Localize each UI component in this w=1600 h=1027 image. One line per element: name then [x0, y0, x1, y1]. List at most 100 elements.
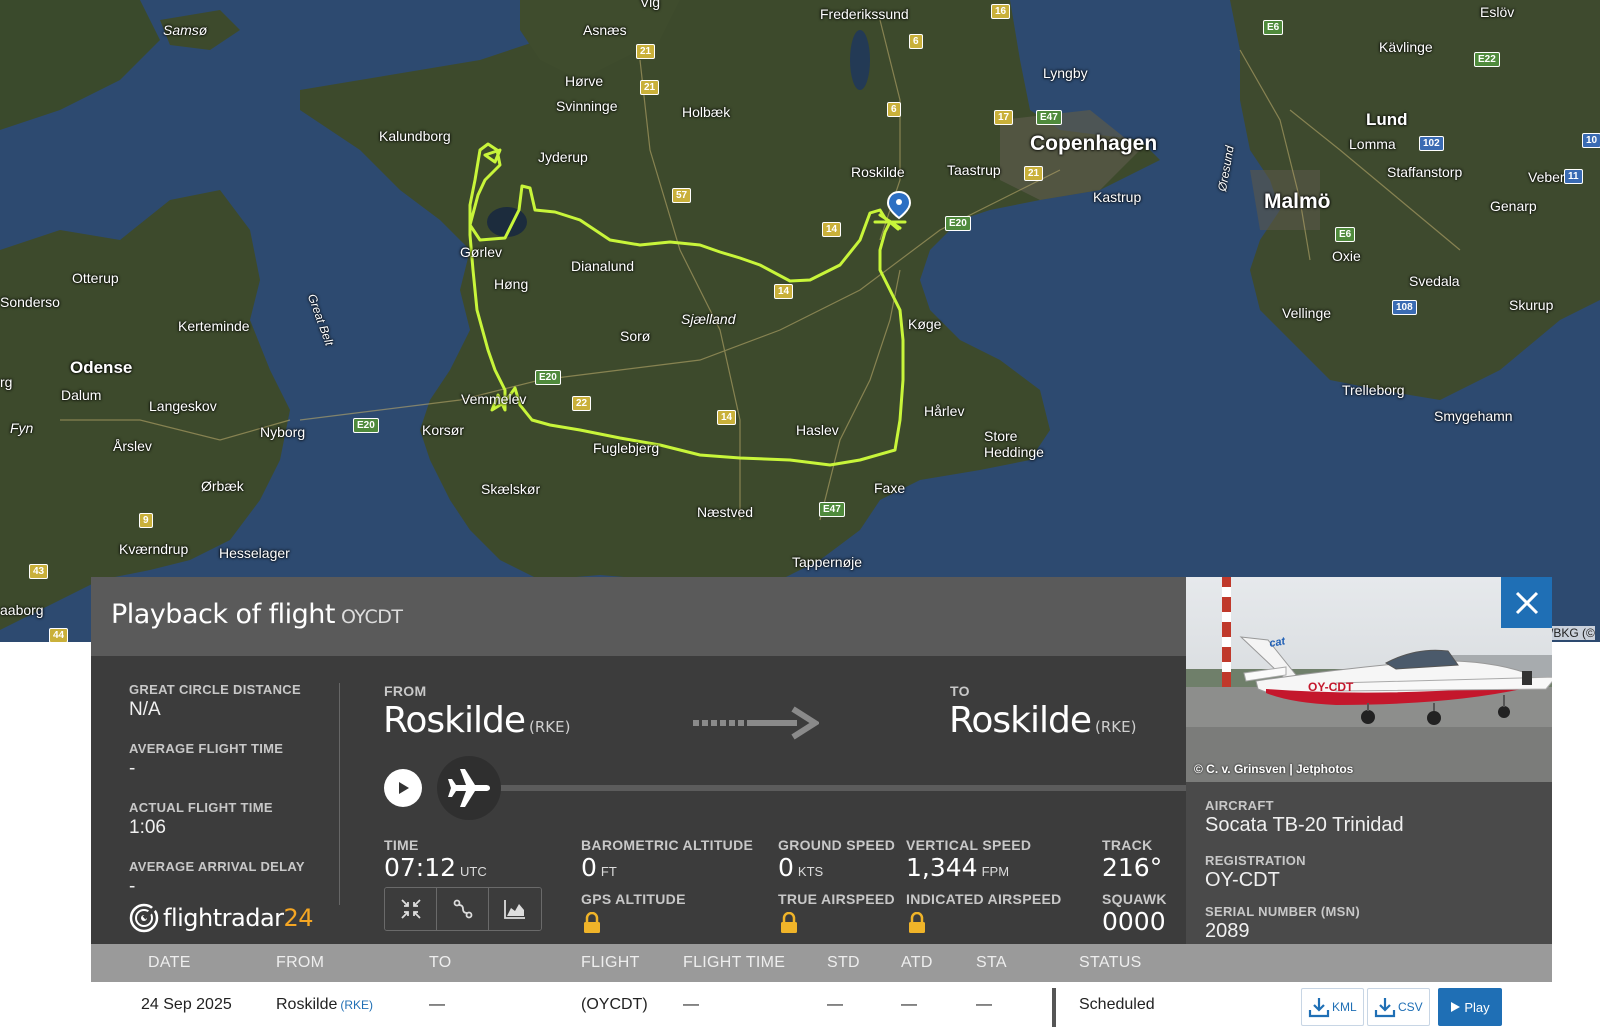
map-label-soro: Sorø: [620, 328, 651, 344]
stat-value: N/A: [129, 699, 161, 720]
row-std: —: [827, 996, 843, 1013]
playback-timeline[interactable]: [491, 785, 1222, 791]
stat-value: 1:06: [129, 817, 166, 838]
map-label-vig: Vig: [640, 0, 660, 10]
divider: [339, 683, 340, 905]
map-label-vemmelev: Vemmelev: [461, 391, 527, 407]
play-flight-button[interactable]: Play: [1438, 988, 1502, 1026]
photo-registration: OY-CDT: [1308, 680, 1354, 694]
compress-arrows-icon: [400, 899, 421, 919]
from-label: FROM: [384, 683, 427, 699]
playback-panel: Playback of flight OYCDT GREAT CIRCLE DIS…: [91, 577, 1552, 1027]
road-shield: 108: [1392, 300, 1417, 315]
map-label-oxie: Oxie: [1332, 248, 1361, 264]
map-label-vellinge: Vellinge: [1282, 305, 1332, 321]
road-shield: E22: [1474, 52, 1500, 67]
map-label-harlev: Hårlev: [924, 403, 965, 419]
road-shield: 6: [887, 102, 901, 117]
route-arrow-icon: [693, 706, 819, 740]
to-label: TO: [950, 683, 970, 699]
map-label-svedala: Svedala: [1409, 273, 1460, 289]
radar-logo-icon: [129, 903, 159, 933]
playback-play-button[interactable]: [384, 769, 422, 807]
time-value: 07:12 UTC: [384, 853, 487, 882]
map-label-kavlinge: Kävlinge: [1379, 39, 1433, 55]
road-shield: 22: [572, 396, 592, 411]
serial-number-value: 2089: [1205, 920, 1250, 942]
map-label-nyborg: Nyborg: [260, 424, 306, 440]
registration-value[interactable]: OY-CDT: [1205, 869, 1280, 892]
map-label-staffanstorp: Staffanstorp: [1387, 164, 1463, 180]
stat-label: ACTUAL FLIGHT TIME: [129, 800, 273, 815]
indicated-airspeed-lock-icon[interactable]: [908, 912, 926, 934]
ground-speed-label: GROUND SPEED: [778, 837, 896, 853]
map-label-smygehamn: Smygehamn: [1434, 408, 1513, 424]
time-unit: UTC: [460, 864, 487, 879]
serial-number-label: SERIAL NUMBER (MSN): [1205, 904, 1360, 919]
stat-actual-flight-time: ACTUAL FLIGHT TIME 1:06: [129, 800, 339, 839]
col-sta: STA: [976, 954, 1007, 971]
map-label-rg: rg: [0, 374, 13, 390]
ground-unit: KTS: [797, 864, 824, 879]
baro-value-text: 0: [581, 853, 597, 882]
row-from[interactable]: Roskilde (RKE): [276, 996, 373, 1014]
logo-name: flightradar: [163, 904, 284, 932]
gps-altitude-lock-icon[interactable]: [583, 912, 601, 934]
stat-avg-arrival-delay: AVERAGE ARRIVAL DELAY -: [129, 859, 339, 898]
map-label-hesselager: Hesselager: [219, 545, 290, 561]
to-city[interactable]: Roskilde (RKE): [949, 700, 1136, 741]
flightradar24-logo[interactable]: flightradar24: [129, 903, 314, 933]
download-icon: [1374, 998, 1396, 1018]
map-label-naestved: Næstved: [697, 504, 754, 520]
map-label-lund: Lund: [1366, 110, 1408, 129]
download-kml-button[interactable]: KML: [1301, 988, 1364, 1026]
follow-aircraft-button[interactable]: [385, 888, 437, 930]
road-shield: 6: [909, 34, 923, 49]
from-city[interactable]: Roskilde (RKE): [383, 700, 570, 741]
map-label-samso: Samsø: [163, 22, 208, 38]
view-buttons: [384, 887, 542, 931]
map-label-langeskov: Langeskov: [149, 398, 217, 414]
col-flight: FLIGHT: [581, 954, 640, 971]
map-label-roskilde: Roskilde: [851, 164, 905, 180]
map-label-hong: Høng: [494, 276, 529, 292]
road-shield: E20: [353, 418, 379, 433]
map-label-horve: Hørve: [565, 73, 604, 89]
map-label-arslev: Årslev: [113, 438, 152, 454]
to-city-name: Roskilde: [949, 700, 1092, 741]
track-label: TRACK: [1102, 837, 1153, 853]
altitude-graph-button[interactable]: [489, 888, 541, 930]
map-label-taastrup: Taastrup: [947, 162, 1001, 178]
table-row[interactable]: 24 Sep 2025 Roskilde (RKE) — (OYCDT) — — …: [91, 982, 1552, 1027]
road-shield: 21: [1024, 166, 1044, 181]
true-airspeed-lock-icon[interactable]: [780, 912, 798, 934]
row-from-iata[interactable]: (RKE): [340, 998, 373, 1012]
time-label: TIME: [384, 837, 419, 853]
play-icon: [399, 782, 409, 794]
squawk-label: SQUAWK: [1102, 891, 1167, 907]
stat-label: AVERAGE ARRIVAL DELAY: [129, 859, 305, 874]
from-city-name: Roskilde: [383, 700, 526, 741]
show-route-button[interactable]: [437, 888, 489, 930]
download-csv-button[interactable]: CSV: [1367, 988, 1430, 1026]
map-label-frederikssund: Frederikssund: [820, 6, 909, 22]
road-shield: E20: [945, 216, 971, 231]
vs-unit: FPM: [981, 864, 1010, 879]
aircraft-photo[interactable]: OY-CDT cat © C. v. Grinsven | Jetphotos: [1186, 577, 1552, 782]
flights-table-header: DATE FROM TO FLIGHT FLIGHT TIME STD ATD …: [91, 944, 1552, 982]
gps-altitude-label: GPS ALTITUDE: [581, 891, 686, 907]
map-label-holbaek: Holbæk: [682, 104, 731, 120]
aircraft-value: Socata TB-20 Trinidad: [1205, 814, 1404, 836]
close-button[interactable]: [1501, 577, 1552, 628]
csv-label: CSV: [1398, 1000, 1423, 1014]
route-icon: [453, 899, 472, 919]
map-label-kerteminde: Kerteminde: [178, 318, 250, 334]
map-attribution: /BKG (©: [1550, 626, 1595, 640]
timeline-plane-handle[interactable]: [437, 756, 501, 820]
photo-credit[interactable]: © C. v. Grinsven | Jetphotos: [1194, 762, 1353, 776]
map-label-otterup: Otterup: [72, 270, 119, 286]
row-flight: (OYCDT): [581, 996, 648, 1013]
panel-title-text: Playback of flight: [111, 599, 336, 630]
panel-body: GREAT CIRCLE DISTANCE N/A AVERAGE FLIGHT…: [91, 656, 1222, 944]
flight-map[interactable]: Samsø Asnæs Hørve Svinninge Holbæk Kalun…: [0, 0, 1600, 642]
